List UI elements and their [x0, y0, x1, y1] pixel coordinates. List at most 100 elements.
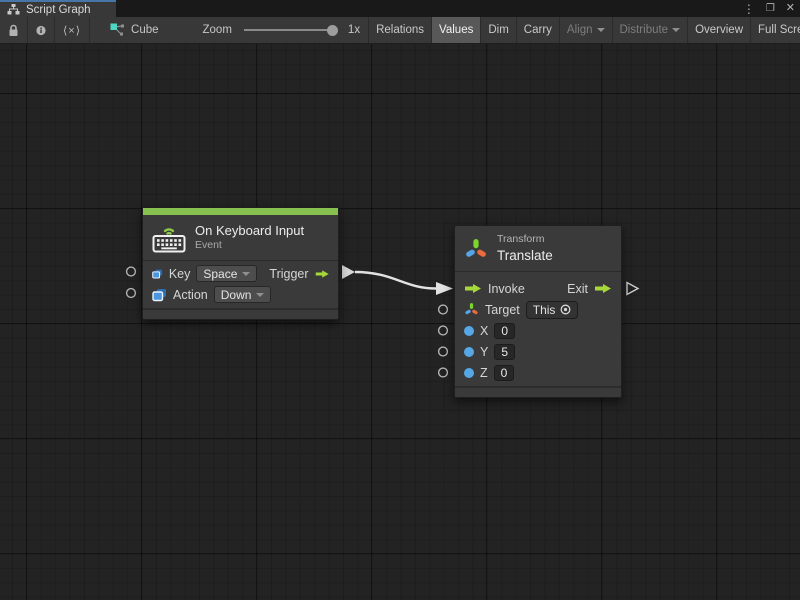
y-value-field[interactable]: 5: [494, 344, 515, 360]
transform-icon: [464, 237, 488, 261]
zoom-value: 1x: [348, 24, 360, 36]
z-label: Z: [480, 366, 488, 380]
target-value: This: [533, 303, 556, 317]
tab-bar: Script Graph ⋮ ❐ ✕: [0, 0, 800, 17]
zoom-slider-handle[interactable]: [327, 25, 338, 36]
button-label: Values: [439, 24, 473, 36]
button-relations[interactable]: Relations: [368, 17, 431, 43]
x-input-port[interactable]: [439, 326, 448, 335]
chevron-down-icon: [672, 28, 680, 32]
zoom-control: Zoom 1x: [195, 17, 369, 43]
y-label: Y: [480, 345, 488, 359]
target-row: Target This: [455, 299, 621, 320]
lock-button[interactable]: [0, 17, 28, 43]
key-dropdown[interactable]: Space: [196, 265, 257, 282]
connections-layer: [0, 44, 800, 600]
button-overview[interactable]: Overview: [687, 17, 750, 43]
target-input-port[interactable]: [439, 305, 448, 314]
chevron-down-icon: [597, 28, 605, 32]
graph-canvas[interactable]: On Keyboard Input Event Key Space: [0, 44, 800, 600]
action-input-port[interactable]: [127, 289, 136, 298]
flow-arrow-icon: [594, 283, 612, 294]
button-label: Dim: [488, 24, 508, 36]
key-input-port[interactable]: [127, 267, 136, 276]
info-icon: [36, 24, 46, 37]
key-label: Key: [169, 267, 191, 281]
connection-wire: [355, 272, 436, 289]
code-icon: ⟨×⟩: [63, 24, 81, 37]
button-label: Align: [567, 24, 593, 36]
connection-arrowhead: [436, 282, 453, 295]
node-title: On Keyboard Input: [195, 223, 304, 239]
x-value-field[interactable]: 0: [494, 323, 515, 339]
z-value: 0: [501, 366, 508, 380]
flow-arrow-icon: [315, 268, 329, 280]
zoom-label: Zoom: [203, 24, 232, 36]
invoke-label: Invoke: [488, 282, 525, 296]
invoke-row: Invoke Exit: [455, 278, 621, 299]
action-row: Action Down: [143, 284, 338, 305]
node-header[interactable]: Transform Translate: [455, 226, 621, 271]
graph-target[interactable]: Cube: [102, 17, 167, 43]
button-dim[interactable]: Dim: [480, 17, 515, 43]
lock-icon: [8, 24, 19, 37]
node-category: Transform: [497, 233, 553, 247]
trigger-output-port[interactable]: [342, 265, 355, 279]
key-dropdown-value: Space: [203, 267, 237, 281]
chevron-down-icon: [242, 272, 250, 276]
button-distribute[interactable]: Distribute: [612, 17, 688, 43]
action-label: Action: [173, 288, 208, 302]
chevron-down-icon: [256, 293, 264, 297]
code-view-button[interactable]: ⟨×⟩: [55, 17, 90, 43]
graph-icon: [7, 4, 20, 15]
node-on-keyboard-input[interactable]: On Keyboard Input Event Key Space: [142, 207, 339, 320]
exit-output-port[interactable]: [627, 283, 638, 295]
value-port-icon: [464, 368, 474, 378]
button-align[interactable]: Align: [559, 17, 612, 43]
z-row: Z 0: [455, 362, 621, 383]
node-header[interactable]: On Keyboard Input Event: [143, 215, 338, 260]
window-controls: ⋮ ❐ ✕: [743, 0, 795, 17]
node-subtitle: Event: [195, 239, 304, 252]
keycode-icon: [152, 267, 163, 281]
keyboard-icon: [152, 223, 186, 253]
node-footer: [455, 386, 621, 397]
keycode-icon: [152, 288, 167, 302]
action-dropdown[interactable]: Down: [214, 286, 272, 303]
tab-script-graph[interactable]: Script Graph: [0, 0, 116, 17]
y-value: 5: [501, 345, 508, 359]
button-values[interactable]: Values: [431, 17, 480, 43]
exit-label: Exit: [567, 282, 588, 296]
y-row: Y 5: [455, 341, 621, 362]
value-port-icon: [464, 347, 474, 357]
z-value-field[interactable]: 0: [494, 365, 515, 381]
button-label: Overview: [695, 24, 743, 36]
button-carry[interactable]: Carry: [516, 17, 559, 43]
target-label: Cube: [131, 24, 159, 36]
event-colorbar: [143, 208, 338, 215]
button-label: Full Screen: [758, 24, 800, 36]
maximize-icon[interactable]: ❐: [766, 4, 775, 14]
node-title: Translate: [497, 247, 553, 265]
toolbar: ⟨×⟩ Cube Zoom 1x Relations Values: [0, 17, 800, 44]
tab-title: Script Graph: [26, 4, 91, 16]
zoom-slider[interactable]: [244, 29, 336, 31]
z-input-port[interactable]: [439, 368, 448, 377]
node-transform-translate[interactable]: Transform Translate Invoke Exit: [454, 225, 622, 398]
button-full-screen[interactable]: Full Screen: [750, 17, 800, 43]
menu-icon[interactable]: ⋮: [743, 3, 755, 15]
y-input-port[interactable]: [439, 347, 448, 356]
flow-arrow-icon: [464, 283, 482, 294]
x-value: 0: [501, 324, 508, 338]
key-row: Key Space Trigger: [143, 263, 338, 284]
value-port-icon: [464, 326, 474, 336]
button-label: Distribute: [620, 24, 669, 36]
info-button[interactable]: [28, 17, 55, 43]
action-dropdown-value: Down: [221, 288, 252, 302]
close-icon[interactable]: ✕: [786, 3, 795, 14]
node-footer: [143, 308, 338, 319]
target-object-field[interactable]: This: [526, 301, 579, 319]
trigger-label: Trigger: [269, 267, 308, 281]
object-picker-icon: [560, 304, 571, 315]
button-label: Relations: [376, 24, 424, 36]
